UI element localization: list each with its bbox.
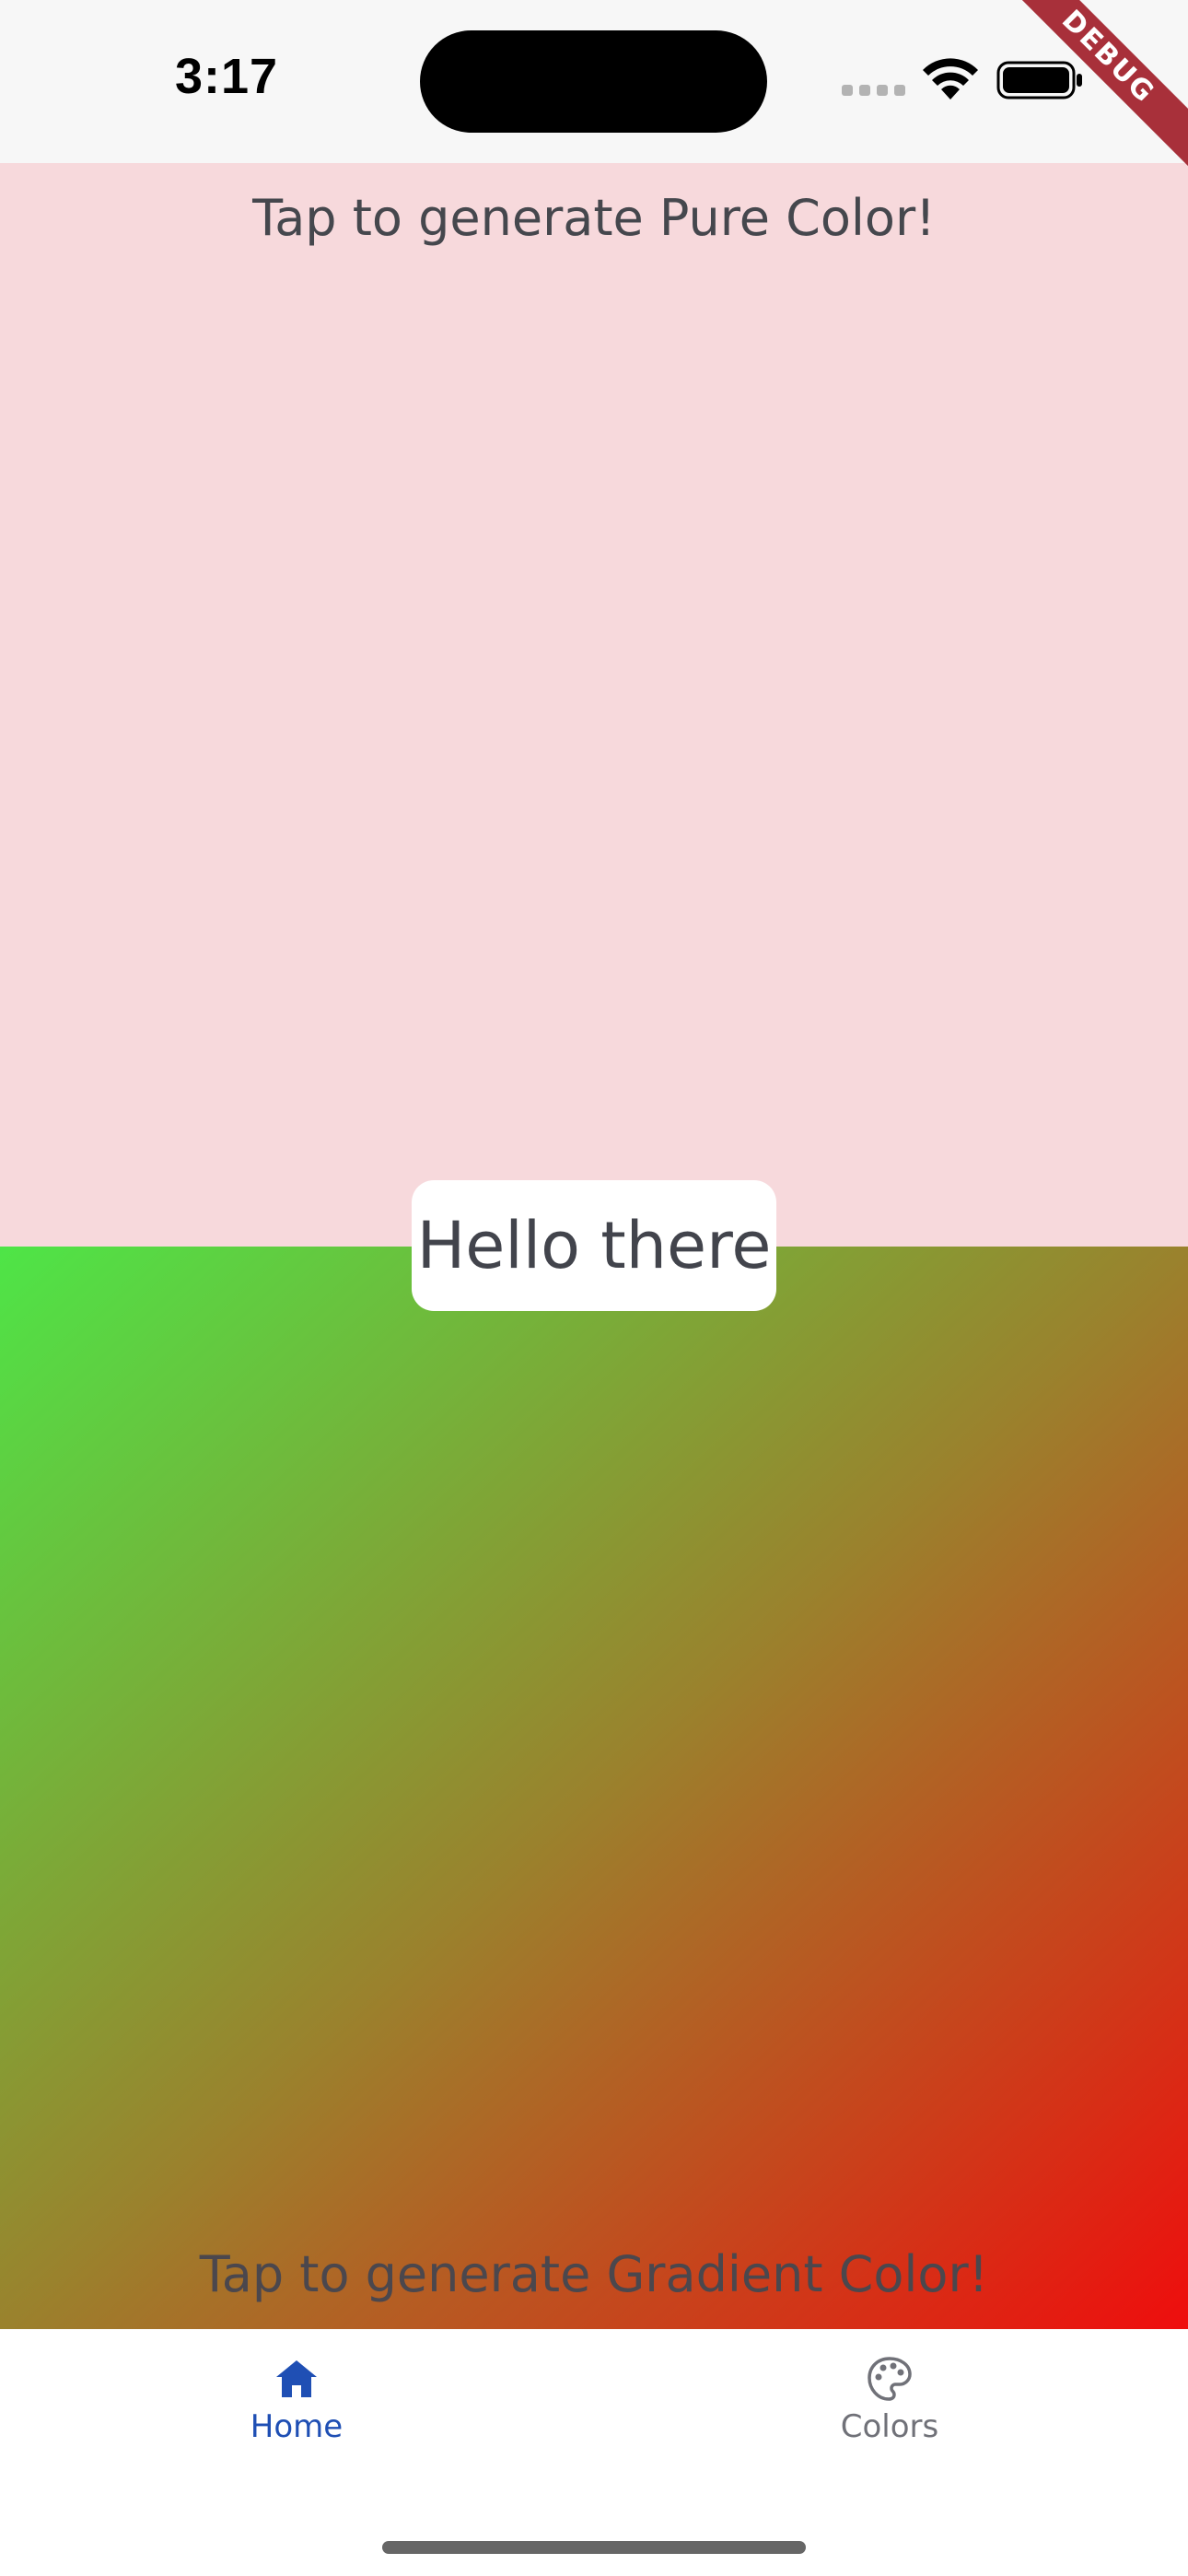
signal-dot: [877, 85, 888, 96]
nav-item-home-label: Home: [250, 2408, 344, 2445]
status-bar: 3:17: [0, 0, 1188, 163]
battery-icon: [996, 61, 1082, 100]
nav-item-home[interactable]: Home: [112, 2355, 481, 2456]
home-indicator[interactable]: [382, 2541, 806, 2554]
signal-dot: [894, 85, 905, 96]
dynamic-island: [420, 30, 767, 133]
nav-item-colors-label: Colors: [840, 2408, 939, 2445]
pure-color-label: Tap to generate Pure Color!: [252, 189, 936, 247]
hello-text: Hello there: [416, 1208, 772, 1283]
palette-icon: [868, 2357, 912, 2401]
signal-dot: [859, 85, 870, 96]
pure-color-panel[interactable]: Tap to generate Pure Color!: [0, 163, 1188, 1247]
wifi-icon: [923, 58, 978, 100]
gradient-color-panel[interactable]: Tap to generate Gradient Color!: [0, 1247, 1188, 2329]
app-screen: 3:17 DEBUG Tap to generate Pure Color! T…: [0, 0, 1188, 2576]
bottom-navigation-bar: Home Colors: [0, 2329, 1188, 2576]
cellular-signal-icon: [842, 85, 906, 98]
signal-dot: [842, 85, 853, 96]
gradient-color-label: Tap to generate Gradient Color!: [199, 2245, 989, 2303]
home-icon: [276, 2360, 317, 2397]
hello-card: Hello there: [412, 1180, 776, 1311]
status-time: 3:17: [175, 49, 279, 104]
nav-item-colors[interactable]: Colors: [705, 2355, 1074, 2456]
